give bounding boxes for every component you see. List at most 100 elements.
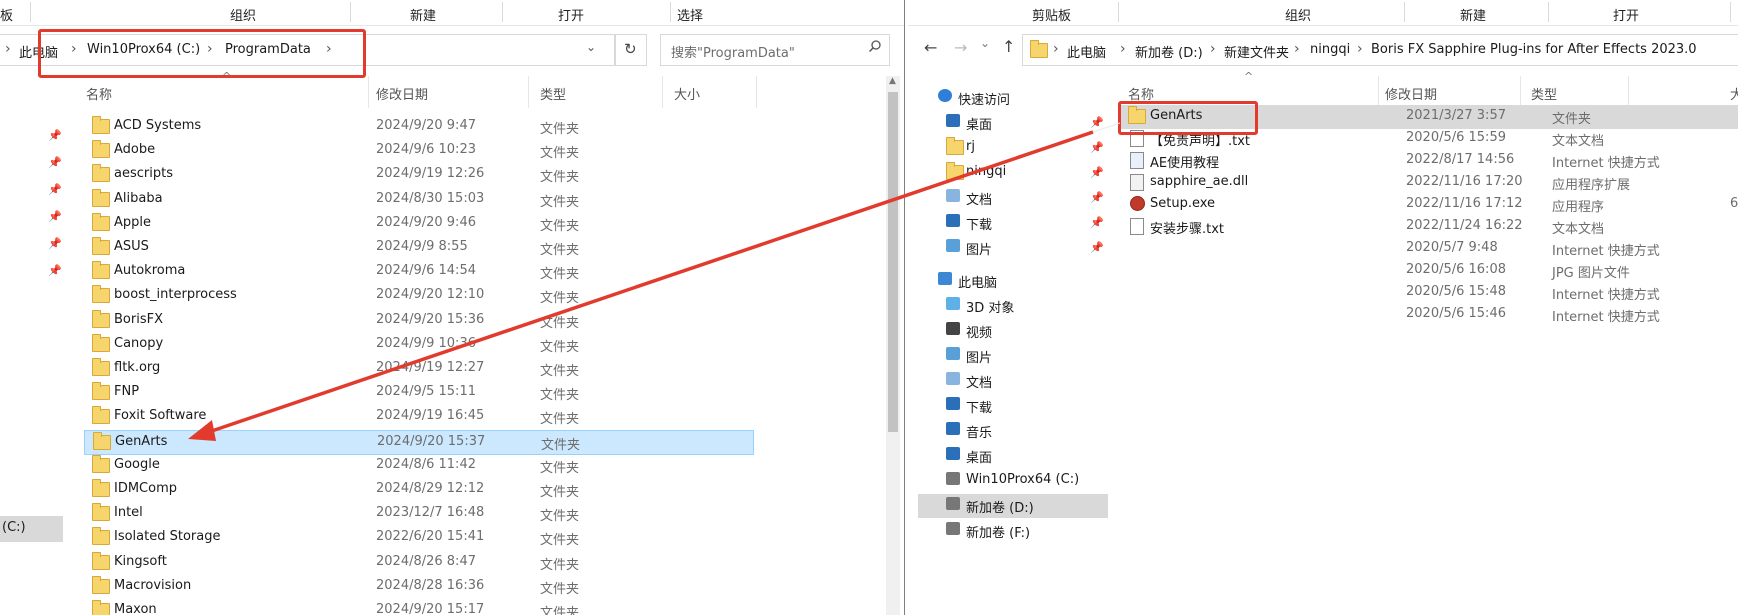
- table-row[interactable]: Setup.exe 2022/11/16 17:12 应用程序 6: [1118, 193, 1738, 217]
- file-date: 2024/9/5 15:11: [376, 384, 476, 400]
- table-row[interactable]: Kingsoft 2024/8/26 8:47 文件夹: [84, 551, 752, 575]
- file-type: 文件夹: [540, 243, 580, 258]
- file-date: 2024/8/29 12:12: [376, 481, 485, 496]
- folder-icon: [92, 479, 110, 497]
- table-row[interactable]: Adobe 2024/9/6 10:23 文件夹: [84, 139, 752, 163]
- right-explorer-window: 剪贴板 组织 新建 打开 ← → ⌄ ↑ › 此电脑 › 新加卷 (D:) › …: [908, 0, 1738, 615]
- file-name: Setup.exe: [1150, 196, 1216, 211]
- file-name: Isolated Storage: [114, 529, 221, 545]
- file-name: FNP: [114, 384, 140, 400]
- table-row[interactable]: ACD Systems 2024/9/20 9:47 文件夹: [84, 115, 752, 139]
- file-type: Internet 快捷方式: [1552, 310, 1660, 325]
- folder-icon: [92, 454, 110, 473]
- folder-icon: [92, 237, 110, 255]
- folder-icon: [92, 503, 110, 522]
- file-name: IDMComp: [114, 481, 178, 496]
- file-date: 2024/9/20 15:17: [376, 602, 485, 615]
- table-row[interactable]: sapphire_ae.dll 2022/11/16 17:20 应用程序扩展: [1118, 171, 1738, 195]
- file-type: 文件夹: [540, 388, 580, 404]
- table-row[interactable]: aescripts 2024/9/19 12:26 文件夹: [84, 163, 752, 187]
- table-row[interactable]: 2020/5/6 16:08 JPG 图片文件: [1118, 259, 1738, 283]
- file-type: 文件夹: [540, 364, 580, 379]
- file-date: 2024/9/20 15:36: [376, 311, 485, 327]
- file-type: Internet 快捷方式: [1552, 288, 1660, 303]
- table-row[interactable]: Apple 2024/9/20 9:46 文件夹: [84, 212, 752, 236]
- file-name: Alibaba: [114, 190, 163, 206]
- file-type: 文件夹: [540, 291, 580, 307]
- file-name: Intel: [114, 505, 143, 521]
- file-date: 2024/8/26 8:47: [376, 553, 476, 569]
- file-name: AE使用教程: [1150, 156, 1220, 171]
- file-type: 应用程序: [1552, 200, 1605, 215]
- table-row[interactable]: boost_interprocess 2024/9/20 12:10 文件夹: [84, 284, 752, 308]
- table-row[interactable]: Intel 2023/12/7 16:48 文件夹: [84, 502, 752, 526]
- file-date: 2024/8/30 15:03: [376, 190, 485, 206]
- table-row[interactable]: ASUS 2024/9/9 8:55 文件夹: [84, 236, 752, 260]
- file-type: 文件夹: [540, 267, 580, 283]
- table-row[interactable]: Maxon 2024/9/20 15:17 文件夹: [84, 599, 752, 615]
- table-row[interactable]: AE使用教程 2022/8/17 14:56 Internet 快捷方式: [1118, 149, 1738, 173]
- file-name: GenArts: [115, 433, 168, 449]
- folder-icon: [92, 164, 110, 183]
- folder-icon: [92, 382, 110, 401]
- table-row[interactable]: Alibaba 2024/8/30 15:03 文件夹: [84, 188, 752, 212]
- left-scrollbar[interactable]: ▲: [886, 76, 900, 615]
- file-type: 文件夹: [540, 122, 580, 137]
- table-row[interactable]: BorisFX 2024/9/20 15:36 文件夹: [84, 309, 752, 333]
- table-row[interactable]: Canopy 2024/9/9 10:36 文件夹: [84, 333, 752, 357]
- table-row[interactable]: IDMComp 2024/8/29 12:12 文件夹: [84, 478, 752, 502]
- shortcut-icon: [1130, 152, 1144, 169]
- file-type: 文件夹: [540, 194, 580, 210]
- table-row[interactable]: Macrovision 2024/8/28 16:36 文件夹: [84, 575, 752, 599]
- file-name: Apple: [114, 214, 152, 230]
- file-date: 2022/11/16 17:20: [1406, 174, 1523, 189]
- table-row[interactable]: fltk.org 2024/9/19 12:27 文件夹: [84, 357, 752, 381]
- folder-icon: [92, 188, 110, 207]
- file-type: 文件夹: [540, 509, 580, 525]
- table-row[interactable]: Google 2024/8/6 11:42 文件夹: [84, 454, 752, 478]
- table-row[interactable]: 2020/5/7 9:48 Internet 快捷方式: [1118, 237, 1738, 261]
- file-type: 文件夹: [540, 170, 580, 186]
- file-date: 2020/5/6 15:46: [1406, 306, 1506, 321]
- file-type: 文件夹: [540, 533, 580, 549]
- file-date: 2022/11/16 17:12: [1406, 196, 1523, 211]
- file-name: 安装步骤.txt: [1150, 222, 1225, 237]
- file-date: 2024/9/9 8:55: [376, 239, 468, 254]
- folder-icon: [93, 431, 111, 450]
- table-row[interactable]: Isolated Storage 2022/6/20 15:41 文件夹: [84, 526, 752, 550]
- highlight-genarts-folder: [1118, 101, 1258, 135]
- table-row[interactable]: FNP 2024/9/5 15:11 文件夹: [84, 381, 752, 405]
- table-row[interactable]: 安装步骤.txt 2022/11/24 16:22 文本文档: [1118, 215, 1738, 239]
- table-row[interactable]: 2020/5/6 15:46 Internet 快捷方式: [1118, 303, 1738, 327]
- file-name: Autokroma: [114, 263, 186, 279]
- file-date: 2022/11/24 16:22: [1406, 218, 1523, 233]
- file-type: Internet 快捷方式: [1552, 156, 1660, 171]
- folder-icon: [92, 309, 110, 328]
- file-type: 文件夹: [540, 485, 580, 500]
- file-type: 文件夹: [540, 339, 580, 355]
- left-explorer-window: 板 组织 新建 打开 选择 › 此电脑 › Win10Prox64 (C:) ›…: [0, 0, 909, 615]
- file-date: 2023/12/7 16:48: [376, 505, 485, 521]
- file-date: 2024/9/20 9:46: [376, 214, 476, 230]
- table-row[interactable]: Autokroma 2024/9/6 14:54 文件夹: [84, 260, 752, 284]
- file-name: Macrovision: [114, 577, 192, 593]
- file-date: 2024/9/20 12:10: [376, 287, 485, 303]
- table-row[interactable]: 2020/5/6 15:48 Internet 快捷方式: [1118, 281, 1738, 305]
- file-date: 2022/6/20 15:41: [376, 529, 485, 545]
- file-date: 2024/9/20 15:37: [377, 433, 486, 449]
- file-name: BorisFX: [114, 311, 163, 327]
- folder-icon: [92, 333, 110, 352]
- table-row[interactable]: Foxit Software 2024/9/19 16:45 文件夹: [84, 405, 752, 429]
- left-file-list: ACD Systems 2024/9/20 9:47 文件夹 Adobe 2024/9/…: [0, 0, 880, 615]
- file-date: 2022/8/17 14:56: [1406, 152, 1515, 167]
- left-scrollbar-thumb[interactable]: [888, 92, 898, 432]
- file-date: 2024/9/20 9:47: [376, 118, 476, 133]
- file-date: 2021/3/27 3:57: [1406, 108, 1506, 123]
- file-type: 文件夹: [1552, 112, 1592, 127]
- file-name: fltk.org: [114, 360, 161, 375]
- file-name: Foxit Software: [114, 408, 207, 424]
- file-type: 文件夹: [540, 146, 580, 162]
- table-row[interactable]: GenArts 2024/9/20 15:37 文件夹: [84, 429, 754, 455]
- file-type: 应用程序扩展: [1552, 178, 1631, 193]
- folder-icon: [92, 116, 110, 134]
